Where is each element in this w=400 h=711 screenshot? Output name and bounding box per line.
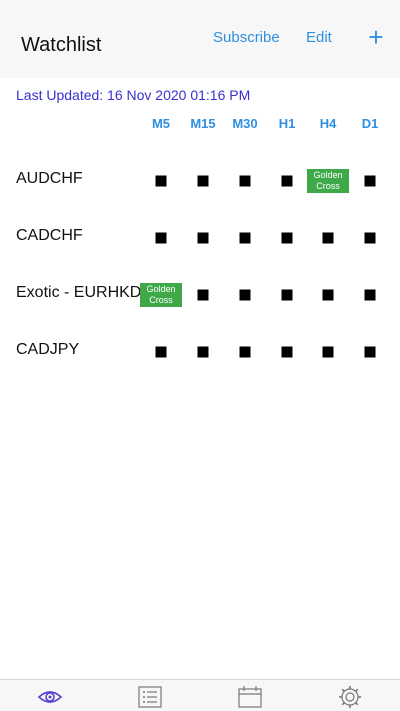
no-signal-marker	[155, 175, 167, 187]
list-icon	[138, 686, 162, 708]
no-signal-marker	[281, 232, 293, 244]
no-signal-marker	[364, 289, 376, 301]
no-signal-marker	[239, 175, 251, 187]
no-signal-marker	[239, 346, 251, 358]
symbol-name[interactable]: CADJPY	[16, 341, 79, 359]
golden-cross-badge: Golden Cross	[307, 169, 349, 193]
add-button[interactable]: +	[364, 22, 388, 52]
no-signal-marker	[322, 289, 334, 301]
eye-icon	[37, 691, 63, 703]
no-signal-marker	[197, 175, 209, 187]
tab-calendar[interactable]	[236, 685, 264, 709]
timeframe-header: H4	[319, 116, 337, 131]
no-signal-marker	[197, 289, 209, 301]
no-signal-marker	[322, 232, 334, 244]
symbol-name[interactable]: CADCHF	[16, 227, 83, 245]
no-signal-marker	[239, 232, 251, 244]
tab-list[interactable]	[136, 685, 164, 709]
timeframe-header: D1	[361, 116, 379, 131]
timeframe-header: M15	[190, 116, 216, 131]
no-signal-marker	[197, 346, 209, 358]
no-signal-marker	[281, 289, 293, 301]
timeframe-header: M5	[151, 116, 171, 131]
no-signal-marker	[281, 175, 293, 187]
tab-settings[interactable]	[336, 685, 364, 709]
no-signal-marker	[364, 346, 376, 358]
symbol-name[interactable]: Exotic - EURHKD	[16, 284, 141, 302]
nav-header: Watchlist Subscribe Edit +	[0, 0, 400, 78]
bottom-tab-bar	[0, 679, 400, 711]
tab-watchlist[interactable]	[36, 685, 64, 709]
no-signal-marker	[364, 175, 376, 187]
calendar-icon	[238, 686, 262, 708]
no-signal-marker	[155, 232, 167, 244]
no-signal-marker	[155, 346, 167, 358]
no-signal-marker	[239, 289, 251, 301]
subscribe-button[interactable]: Subscribe	[213, 29, 280, 46]
no-signal-marker	[197, 232, 209, 244]
timeframe-header: H1	[278, 116, 296, 131]
golden-cross-badge: Golden Cross	[140, 283, 182, 307]
last-updated-text: Last Updated: 16 Nov 2020 01:16 PM	[16, 87, 251, 103]
timeframe-header: M30	[232, 116, 258, 131]
gear-icon	[339, 686, 361, 708]
no-signal-marker	[322, 346, 334, 358]
symbol-name[interactable]: AUDCHF	[16, 170, 83, 188]
edit-button[interactable]: Edit	[306, 29, 332, 46]
no-signal-marker	[281, 346, 293, 358]
page-title: Watchlist	[21, 34, 102, 56]
no-signal-marker	[364, 232, 376, 244]
